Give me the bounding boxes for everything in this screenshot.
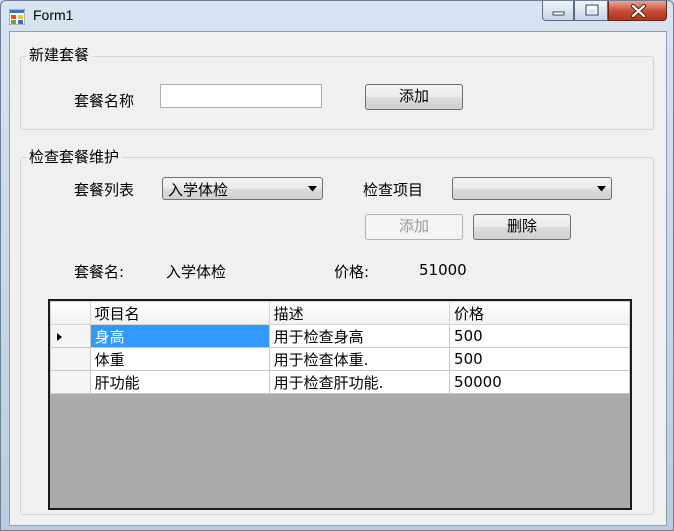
grid-table: 项目名 描述 价格 身高 用于检查身高 500 体重 用于检查体重. 500 肝… [50,301,630,394]
package-maintenance-group-title: 检查套餐维护 [26,146,123,167]
cell-price[interactable]: 500 [449,324,630,348]
row-pointer-icon [57,333,62,341]
minimize-button[interactable] [542,1,574,21]
cell-description[interactable]: 用于检查身高 [268,324,451,348]
row-header[interactable] [50,347,91,371]
close-button[interactable] [608,1,667,21]
chevron-down-icon [597,186,606,192]
table-row[interactable]: 身高 用于检查身高 500 [50,324,630,348]
check-item-dropdown[interactable] [452,177,612,200]
new-package-group-title: 新建套餐 [26,44,93,65]
package-list-selected: 入学体检 [168,181,229,199]
row-header[interactable] [50,324,91,348]
row-header[interactable] [50,370,91,394]
title-bar[interactable]: Form1 [1,1,673,31]
table-row[interactable]: 体重 用于检查体重. 500 [50,347,630,371]
add-item-button[interactable]: 添加 [365,214,463,240]
price-value: 51000 [419,261,467,279]
column-header-description[interactable]: 描述 [268,301,451,325]
maximize-icon [585,4,599,16]
table-row[interactable]: 肝功能 用于检查肝功能. 50000 [50,370,630,394]
package-name-value: 入学体检 [166,263,227,281]
package-list-label: 套餐列表 [74,181,135,199]
package-items-grid[interactable]: 项目名 描述 价格 身高 用于检查身高 500 体重 用于检查体重. 500 肝… [48,299,632,510]
form-client-area: 新建套餐 套餐名称 添加 检查套餐维护 套餐列表 入学体检 检查项目 添加 删除… [9,31,667,526]
window-title: Form1 [33,7,74,23]
column-header-item-name[interactable]: 项目名 [89,301,270,325]
add-package-button[interactable]: 添加 [365,84,463,110]
package-name-input[interactable] [160,84,322,108]
cell-description[interactable]: 用于检查体重. [268,347,451,371]
package-name-label: 套餐名称 [74,92,135,110]
cell-price[interactable]: 500 [449,347,630,371]
maximize-button[interactable] [574,1,608,21]
cell-item-name[interactable]: 身高 [89,324,270,348]
close-icon [631,4,646,18]
cell-item-name[interactable]: 体重 [89,347,270,371]
package-name-caption: 套餐名: [74,263,125,281]
form-app-icon [9,9,25,25]
check-item-label: 检查项目 [363,181,424,199]
minimize-icon [552,11,565,16]
cell-item-name[interactable]: 肝功能 [89,370,270,394]
delete-item-button[interactable]: 删除 [473,214,571,240]
grid-corner-header[interactable] [50,301,91,325]
chevron-down-icon [308,186,317,192]
app-window: Form1 新建套餐 套餐名称 添加 检查套餐维护 套餐列表 入学体检 检查项目… [0,0,674,531]
price-caption: 价格: [334,263,370,281]
grid-header-row: 项目名 描述 价格 [50,301,630,325]
cell-price[interactable]: 50000 [449,370,630,394]
package-list-dropdown[interactable]: 入学体检 [162,177,323,200]
cell-description[interactable]: 用于检查肝功能. [268,370,451,394]
column-header-price[interactable]: 价格 [449,301,630,325]
